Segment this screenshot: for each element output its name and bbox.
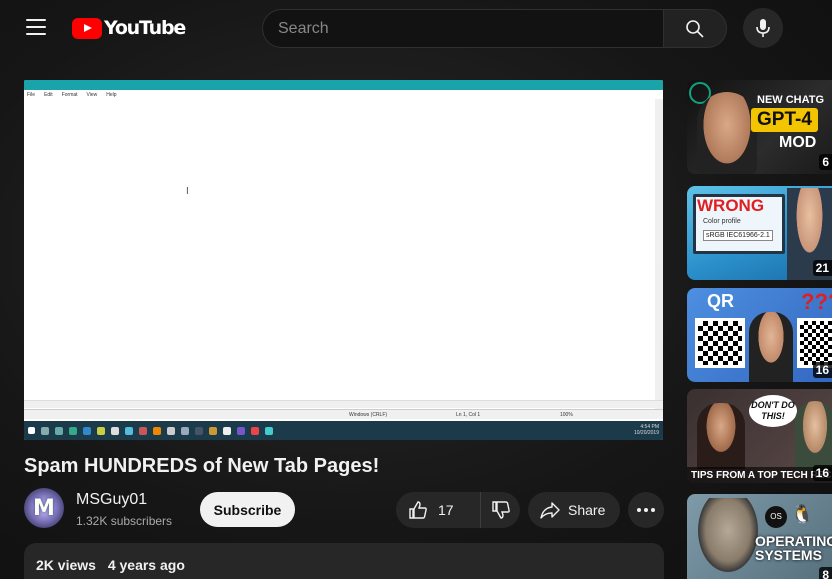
macos-logo-icon: OS <box>765 506 787 528</box>
tray-date: 10/20/2019 <box>633 430 659 436</box>
thumbnail-text: OPERATING SYSTEMS <box>755 533 832 563</box>
thumbnail-text: DON'T DO THIS! <box>749 395 797 427</box>
channel-name[interactable]: MSGuy01 <box>76 491 147 509</box>
youtube-logo[interactable]: YouTube <box>72 17 186 39</box>
video-duration: 6 <box>819 154 832 170</box>
status-position: Ln 1, Col 1 <box>456 412 481 418</box>
thumbnail-text: TIPS FROM A TOP TECH RECRUI <box>687 467 832 483</box>
thumbnail-text: Color profile <box>703 218 741 225</box>
video-duration: 21 <box>812 260 832 276</box>
thumbnail-text: ??? <box>801 289 832 314</box>
taskbar-icon <box>125 426 133 435</box>
recommended-video-thumbnail[interactable]: QR ??? 16 <box>687 288 832 382</box>
thumbnail-person <box>697 403 745 469</box>
thumbnail-person <box>749 312 793 382</box>
like-button[interactable]: 17 <box>396 492 481 528</box>
notepad-text-area: I <box>24 99 663 409</box>
taskbar-icon <box>195 426 203 435</box>
notepad-menu-edit: Edit <box>44 91 53 98</box>
thumbnail-text: sRGB IEC61966-2.1 <box>703 230 773 241</box>
thumbnail-person <box>693 498 763 579</box>
description-box[interactable]: 2K views 4 years ago <box>24 543 664 579</box>
microphone-icon <box>756 19 770 37</box>
description-meta: 2K views 4 years ago <box>36 557 185 573</box>
thumbnail-text: QR <box>707 291 734 311</box>
notepad-menu-view: View <box>86 91 98 98</box>
menu-icon[interactable] <box>26 19 46 35</box>
recommended-video-thumbnail[interactable]: DON'T DO THIS! TIPS FROM A TOP TECH RECR… <box>687 389 832 483</box>
windows-taskbar: 4:54 PM 10/20/2019 <box>24 421 663 440</box>
status-encoding: Windows (CRLF) <box>349 412 388 418</box>
search-input[interactable] <box>263 10 663 47</box>
more-actions-button[interactable] <box>628 492 664 528</box>
upload-age: 4 years ago <box>107 557 185 573</box>
qr-code-icon <box>695 318 745 368</box>
taskbar-icon <box>209 426 217 435</box>
search-icon <box>686 19 704 38</box>
share-button[interactable]: Share <box>528 492 620 528</box>
subscriber-count: 1.32K subscribers <box>76 514 173 528</box>
text-cursor-icon: I <box>186 186 189 197</box>
voice-search-button[interactable] <box>743 8 783 48</box>
thumbnail-text: NEW CHATG <box>757 94 825 106</box>
search-button[interactable] <box>663 9 727 48</box>
taskbar-icon <box>97 426 105 435</box>
taskbar-icon <box>139 426 147 435</box>
taskbar-icon <box>83 426 91 435</box>
taskbar-icon <box>237 426 245 435</box>
logo-text: YouTube <box>104 17 186 39</box>
notepad-menu-format: Format <box>61 91 78 98</box>
taskbar-icon <box>69 426 77 435</box>
taskbar-icon <box>265 426 273 435</box>
share-icon <box>540 502 560 519</box>
recommended-video-thumbnail[interactable]: NEW CHATG GPT-4 MOD 6 <box>687 80 832 174</box>
notepad-statusbar: Windows (CRLF) Ln 1, Col 1 100% <box>24 409 663 419</box>
notepad-menu-help: Help <box>106 91 117 98</box>
dislike-button[interactable] <box>481 492 520 528</box>
linux-penguin-icon: 🐧 <box>791 504 814 524</box>
taskbar-icon <box>181 426 189 435</box>
recommended-video-thumbnail[interactable]: OS 🐧 OPERATING SYSTEMS 8 <box>687 494 832 579</box>
video-duration: 16 <box>812 362 832 378</box>
taskbar-icon <box>111 426 119 435</box>
taskbar-icon <box>55 426 63 435</box>
taskbar-icon <box>153 426 161 435</box>
more-horizontal-icon <box>637 508 655 512</box>
notepad-menubar: File Edit Format View Help <box>24 90 663 99</box>
recommended-video-thumbnail[interactable]: WRONG Color profile sRGB IEC61966-2.1 21 <box>687 186 832 280</box>
video-duration: 8 <box>819 567 832 579</box>
thumbs-up-icon <box>409 501 427 519</box>
system-tray-clock: 4:54 PM 10/20/2019 <box>634 424 659 436</box>
like-count: 17 <box>438 502 454 518</box>
notepad-menu-file: File <box>27 91 36 98</box>
taskbar-icon <box>167 426 175 435</box>
subscribe-button[interactable]: Subscribe <box>200 492 295 527</box>
notepad-titlebar <box>24 80 663 90</box>
video-title: Spam HUNDREDS of New Tab Pages! <box>24 455 380 477</box>
start-icon <box>28 427 35 434</box>
video-duration: 16 <box>812 465 832 481</box>
taskbar-icon <box>251 426 259 435</box>
thumbnail-text: MOD <box>779 134 817 151</box>
thumbnail-person <box>795 401 832 471</box>
play-logo-icon <box>72 17 102 39</box>
search-box[interactable] <box>262 9 663 48</box>
view-count: 2K views <box>36 557 96 573</box>
notepad-scrollbar <box>24 400 663 408</box>
share-label: Share <box>568 502 606 518</box>
thumbs-down-icon <box>491 501 510 519</box>
thumbnail-text: WRONG <box>697 196 765 215</box>
qr-code-icon <box>797 318 832 368</box>
avatar-logo-icon: M <box>33 495 55 521</box>
taskbar-icon <box>223 426 231 435</box>
video-player[interactable]: File Edit Format View Help I Windows (CR… <box>24 80 663 440</box>
thumbnail-text: GPT-4 <box>751 108 818 132</box>
taskbar-icon <box>41 426 49 435</box>
thumbnail-person <box>697 92 757 174</box>
like-dislike-group: 17 <box>396 492 520 528</box>
status-zoom: 100% <box>560 412 573 418</box>
masthead: YouTube <box>0 0 832 56</box>
channel-avatar[interactable]: M <box>24 488 64 528</box>
